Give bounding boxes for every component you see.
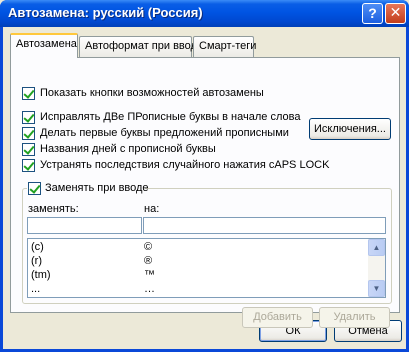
tab-smart-tags[interactable]: Смарт-теги [193,36,256,57]
with-input[interactable] [143,217,386,234]
tab-panel-autocorrect: Показать кнопки возможностей автозамены … [10,57,400,328]
list-scrollbar[interactable]: ▲ ▼ [368,239,385,297]
fix-caps-lock-label[interactable]: Устранять последствия случайного нажатия… [40,159,329,171]
help-button[interactable]: ? [362,3,383,24]
list-item[interactable]: (c) © [28,241,368,254]
add-button[interactable]: Добавить [242,307,313,328]
cap-day-names-label[interactable]: Названия дней с прописной буквы [40,143,216,155]
cap-first-letter-checkbox[interactable] [22,127,35,140]
list-item-to: © [144,241,153,253]
fix-two-caps-checkbox[interactable] [22,111,35,124]
replace-while-typing-label[interactable]: Заменять при вводе [45,182,149,194]
list-item[interactable]: (r) ® [28,255,368,268]
scroll-up-icon[interactable]: ▲ [368,239,385,256]
replace-field-label: заменять: [28,203,79,215]
list-item-to: ™ [144,269,155,281]
autocorrect-dialog: Автозамена: русский (Россия) ? ✕ Автозам… [0,0,409,352]
replace-input[interactable] [27,217,142,234]
list-item[interactable]: (tm) ™ [28,269,368,282]
cap-first-letter-label[interactable]: Делать первые буквы предложений прописны… [40,127,289,139]
exceptions-button[interactable]: Исключения... [309,118,391,140]
list-item-from: (c) [31,241,44,253]
replacement-list[interactable]: (c) © (r) ® (tm) ™ ... … ▲ ▼ [27,238,386,298]
show-buttons-checkbox[interactable] [22,87,35,100]
show-buttons-label[interactable]: Показать кнопки возможностей автозамены [40,87,264,99]
with-field-label: на: [144,203,160,215]
replace-group-header: Заменять при вводе [27,182,149,196]
tab-autoformat[interactable]: Автоформат при вводе [79,36,203,57]
close-button[interactable]: ✕ [385,3,406,24]
list-item-from: (r) [31,255,42,267]
replace-while-typing-checkbox[interactable] [28,182,41,195]
fix-caps-lock-checkbox[interactable] [22,159,35,172]
list-item[interactable]: ... … [28,283,368,296]
list-item-from: (tm) [31,269,51,281]
scroll-down-icon[interactable]: ▼ [368,280,385,297]
fix-two-caps-label[interactable]: Исправлять ДВе ПРописные буквы в начале … [40,111,300,123]
list-item-to: … [144,283,155,295]
dialog-client: Автозамена Автоформат при вводе Смарт-те… [3,27,406,349]
window-title: Автозамена: русский (Россия) [8,5,203,20]
list-item-to: ® [144,255,153,267]
cap-day-names-checkbox[interactable] [22,143,35,156]
tab-autocorrect[interactable]: Автозамена [10,33,78,58]
title-bar[interactable]: Автозамена: русский (Россия) ? ✕ [0,0,409,27]
list-item-from: ... [31,283,41,295]
delete-button[interactable]: Удалить [319,307,390,328]
